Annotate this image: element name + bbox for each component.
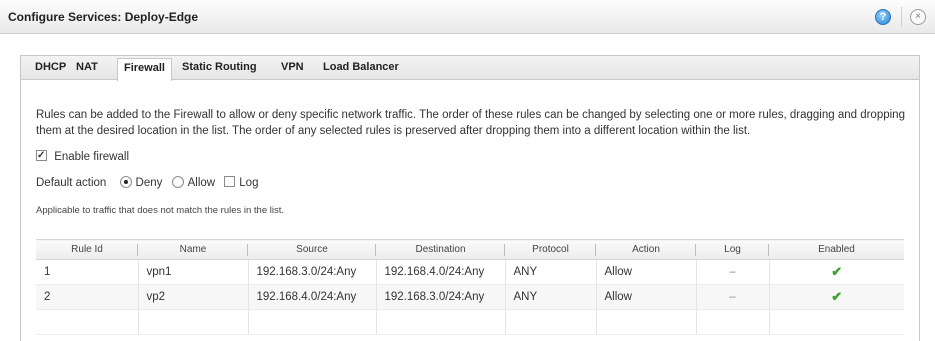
column-header-enabled[interactable]: Enabled bbox=[769, 239, 904, 260]
cell-destination: 192.168.4.0/24:Any bbox=[376, 259, 506, 285]
cell-action: Allow bbox=[596, 259, 697, 285]
table-row-empty bbox=[36, 309, 904, 335]
cell-destination: 192.168.3.0/24:Any bbox=[376, 284, 506, 310]
deny-radio[interactable] bbox=[119, 176, 132, 188]
help-icon[interactable]: ? bbox=[875, 9, 891, 25]
cell-source: 192.168.3.0/24:Any bbox=[248, 259, 377, 285]
check-icon: ✔ bbox=[831, 289, 843, 304]
close-icon[interactable]: × bbox=[910, 9, 926, 25]
enable-firewall-checkbox[interactable] bbox=[36, 150, 47, 161]
column-header-rule-id[interactable]: Rule Id bbox=[36, 239, 138, 260]
cell-protocol: ANY bbox=[505, 284, 597, 310]
tab-bar: DHCP NAT Firewall Static Routing VPN Loa… bbox=[21, 56, 919, 81]
firewall-description: Rules can be added to the Firewall to al… bbox=[36, 109, 905, 137]
column-header-log[interactable]: Log bbox=[696, 239, 769, 260]
cell-log: – bbox=[696, 284, 770, 310]
table-header-row: Rule Id Name Source Destination Protocol… bbox=[36, 239, 904, 260]
cell-rule-id: 2 bbox=[36, 284, 139, 310]
cell-enabled: ✔ bbox=[769, 284, 904, 310]
empty-cell bbox=[138, 309, 249, 335]
allow-radio[interactable] bbox=[171, 176, 184, 188]
empty-cell bbox=[596, 309, 697, 335]
cell-log: – bbox=[696, 259, 770, 285]
cell-source: 192.168.4.0/24:Any bbox=[248, 284, 377, 310]
column-header-protocol[interactable]: Protocol bbox=[505, 239, 596, 260]
check-icon: ✔ bbox=[831, 264, 843, 279]
firewall-rules-table: Rule Id Name Source Destination Protocol… bbox=[36, 239, 904, 335]
default-action-hint: Applicable to traffic that does not matc… bbox=[36, 205, 285, 216]
cell-enabled: ✔ bbox=[769, 259, 904, 285]
empty-cell bbox=[248, 309, 377, 335]
cell-action: Allow bbox=[596, 284, 697, 310]
cell-name: vpn1 bbox=[138, 259, 249, 285]
column-header-action[interactable]: Action bbox=[596, 239, 696, 260]
allow-option[interactable]: Allow bbox=[171, 176, 219, 189]
tab-static-routing[interactable]: Static Routing bbox=[182, 61, 257, 73]
services-panel: DHCP NAT Firewall Static Routing VPN Loa… bbox=[20, 55, 920, 341]
tab-dhcp[interactable]: DHCP bbox=[35, 61, 66, 73]
empty-cell bbox=[769, 309, 904, 335]
column-header-name[interactable]: Name bbox=[138, 239, 248, 260]
window-title: Configure Services: Deploy-Edge bbox=[8, 10, 199, 24]
default-action-row: Default action Deny Allow Log bbox=[36, 176, 264, 189]
titlebar-divider bbox=[901, 7, 902, 27]
log-checkbox[interactable] bbox=[224, 176, 236, 187]
deny-option[interactable]: Deny bbox=[119, 176, 166, 189]
allow-label[interactable]: Allow bbox=[188, 177, 215, 189]
deny-label[interactable]: Deny bbox=[136, 177, 163, 189]
column-header-source[interactable]: Source bbox=[248, 239, 376, 260]
window-titlebar: Configure Services: Deploy-Edge ? × bbox=[0, 0, 935, 34]
cell-name: vp2 bbox=[138, 284, 249, 310]
log-option[interactable]: Log bbox=[224, 176, 258, 189]
empty-cell bbox=[36, 309, 139, 335]
column-header-destination[interactable]: Destination bbox=[376, 239, 505, 260]
empty-cell bbox=[505, 309, 597, 335]
cell-protocol: ANY bbox=[505, 259, 597, 285]
log-label[interactable]: Log bbox=[239, 177, 258, 189]
tab-nat[interactable]: NAT bbox=[76, 61, 98, 73]
table-row[interactable]: 2 vp2 192.168.4.0/24:Any 192.168.3.0/24:… bbox=[36, 284, 904, 310]
empty-cell bbox=[376, 309, 506, 335]
tab-firewall[interactable]: Firewall bbox=[117, 58, 172, 81]
tab-load-balancer[interactable]: Load Balancer bbox=[323, 61, 399, 73]
table-row[interactable]: 1 vpn1 192.168.3.0/24:Any 192.168.4.0/24… bbox=[36, 259, 904, 285]
enable-firewall-row: Enable firewall bbox=[36, 150, 129, 163]
tab-vpn[interactable]: VPN bbox=[281, 61, 304, 73]
empty-cell bbox=[696, 309, 770, 335]
default-action-label: Default action bbox=[36, 177, 107, 189]
enable-firewall-label[interactable]: Enable firewall bbox=[54, 151, 129, 163]
cell-rule-id: 1 bbox=[36, 259, 139, 285]
